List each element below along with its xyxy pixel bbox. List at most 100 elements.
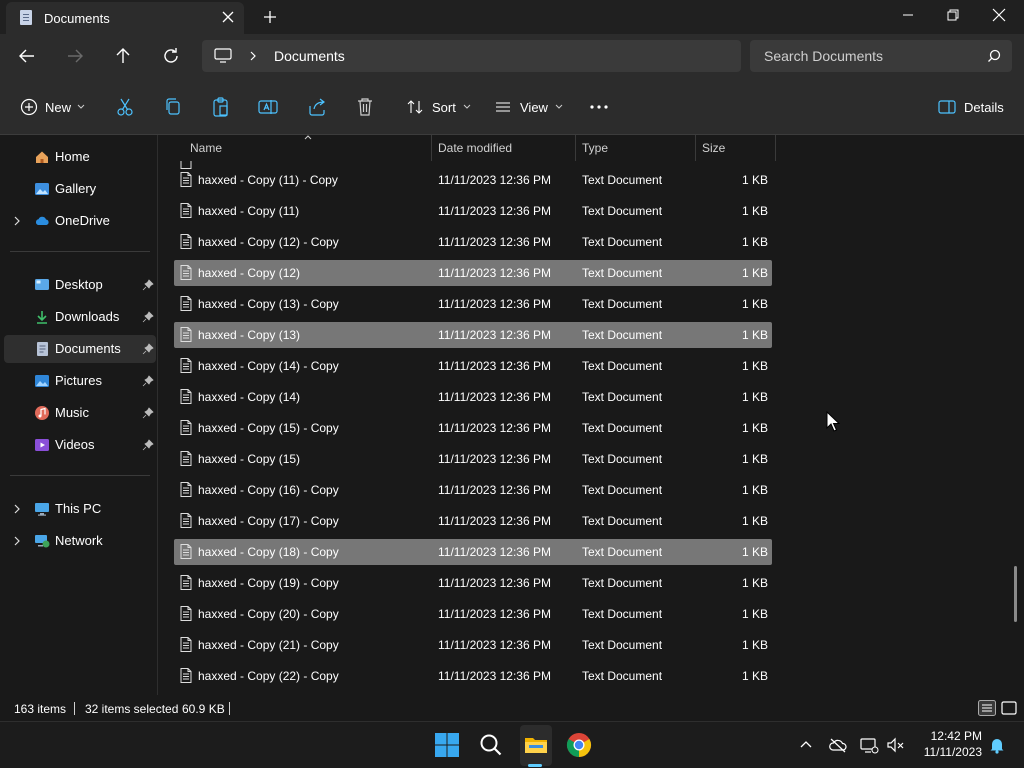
delete-icon[interactable] xyxy=(354,96,376,118)
file-explorer-icon[interactable] xyxy=(522,731,550,759)
column-name[interactable]: Name xyxy=(190,141,222,155)
column-divider[interactable] xyxy=(695,135,696,161)
search-input[interactable]: Search Documents xyxy=(750,40,1012,72)
copy-icon[interactable] xyxy=(162,96,184,118)
up-arrow-icon[interactable] xyxy=(111,44,135,68)
share-icon[interactable] xyxy=(306,96,328,118)
file-date-modified: 11/11/2023 12:36 PM xyxy=(438,173,551,187)
pin-icon[interactable] xyxy=(142,439,154,451)
chevron-right-icon[interactable] xyxy=(12,535,22,547)
file-date-modified: 11/11/2023 12:36 PM xyxy=(438,669,551,683)
show-hidden-icons-chevron-up-icon[interactable] xyxy=(796,735,816,755)
file-row[interactable]: haxxed - Copy (19) - Copy 11/11/2023 12:3… xyxy=(174,570,772,596)
vertical-scrollbar-thumb[interactable] xyxy=(1014,566,1017,622)
taskbar-running-indicator xyxy=(528,764,542,767)
search-icon[interactable] xyxy=(477,731,505,759)
chevron-right-icon[interactable] xyxy=(12,503,22,515)
details-pane-button[interactable]: Details xyxy=(938,94,1004,120)
file-name: haxxed - Copy (19) - Copy xyxy=(198,576,339,590)
more-options-icon[interactable] xyxy=(588,96,610,118)
text-file-icon xyxy=(180,327,192,342)
file-row[interactable]: haxxed - Copy (18) - Copy 11/11/2023 12:3… xyxy=(174,539,772,565)
chevron-right-icon[interactable] xyxy=(246,48,260,64)
file-row[interactable]: haxxed - Copy (12) 11/11/2023 12:36 PM Tex… xyxy=(174,260,772,286)
column-divider[interactable] xyxy=(775,135,776,161)
paste-icon[interactable] xyxy=(210,96,232,118)
sidebar-item-this-pc[interactable]: This PC xyxy=(4,495,156,523)
close-window-icon[interactable] xyxy=(976,0,1022,30)
column-date-modified[interactable]: Date modified xyxy=(438,141,512,155)
restore-icon[interactable] xyxy=(930,0,976,30)
file-date-modified: 11/11/2023 12:36 PM xyxy=(438,359,551,373)
file-row[interactable]: haxxed - Copy (21) - Copy 11/11/2023 12:3… xyxy=(174,632,772,658)
file-row[interactable]: haxxed - Copy (14) 11/11/2023 12:36 PM Tex… xyxy=(174,384,772,410)
sidebar-item-onedrive[interactable]: OneDrive xyxy=(4,207,156,235)
text-file-icon xyxy=(180,575,192,590)
rename-icon[interactable] xyxy=(257,96,279,118)
network-status-icon[interactable] xyxy=(859,735,879,755)
file-row[interactable]: haxxed - Copy (13) - Copy 11/11/2023 12:3… xyxy=(174,291,772,317)
sidebar-item-network[interactable]: Network xyxy=(4,527,156,555)
sidebar-item-documents[interactable]: Documents xyxy=(4,335,156,363)
column-size[interactable]: Size xyxy=(702,141,725,155)
notification-bell-icon[interactable] xyxy=(987,735,1007,755)
pin-icon[interactable] xyxy=(142,311,154,323)
sidebar-item-home[interactable]: Home xyxy=(4,143,156,171)
column-divider[interactable] xyxy=(575,135,576,161)
file-row[interactable]: haxxed - Copy (12) - Copy 11/11/2023 12:3… xyxy=(174,229,772,255)
forward-arrow-icon[interactable] xyxy=(63,44,87,68)
sidebar-item-videos[interactable]: Videos xyxy=(4,431,156,459)
sidebar-item-gallery[interactable]: Gallery xyxy=(4,175,156,203)
file-date-modified: 11/11/2023 12:36 PM xyxy=(438,421,551,435)
file-row[interactable]: haxxed - Copy (16) - Copy 11/11/2023 12:3… xyxy=(174,477,772,503)
sidebar-item-pictures[interactable]: Pictures xyxy=(4,367,156,395)
file-row[interactable]: haxxed - Copy (22) - Copy 11/11/2023 12:3… xyxy=(174,663,772,689)
new-button[interactable]: New xyxy=(20,94,86,120)
sort-ascending-caret-icon xyxy=(304,135,312,140)
item-count: 163 items xyxy=(14,702,67,716)
back-arrow-icon[interactable] xyxy=(15,44,39,68)
close-tab-icon[interactable] xyxy=(220,9,236,25)
minimize-icon[interactable] xyxy=(885,0,931,30)
file-row[interactable]: haxxed - Copy (13) 11/11/2023 12:36 PM Tex… xyxy=(174,322,772,348)
file-row[interactable]: haxxed - Copy (17) - Copy 11/11/2023 12:3… xyxy=(174,508,772,534)
address-field[interactable]: Documents xyxy=(202,40,741,72)
system-clock[interactable]: 12:42 PM 11/11/2023 xyxy=(908,728,982,760)
file-date-modified: 11/11/2023 12:36 PM xyxy=(438,483,551,497)
pin-icon[interactable] xyxy=(142,375,154,387)
file-row[interactable]: haxxed - Copy (11) - Copy 11/11/2023 12:3… xyxy=(174,167,772,193)
new-tab-icon[interactable] xyxy=(260,7,280,27)
details-view-icon[interactable] xyxy=(978,700,996,716)
refresh-icon[interactable] xyxy=(159,44,183,68)
file-type: Text Document xyxy=(582,514,663,528)
file-row[interactable]: haxxed - Copy (15) - Copy 11/11/2023 12:3… xyxy=(174,415,772,441)
column-divider[interactable] xyxy=(431,135,432,161)
file-row[interactable]: haxxed - Copy (11) 11/11/2023 12:36 PM Tex… xyxy=(174,198,772,224)
file-row[interactable]: haxxed - Copy (14) - Copy 11/11/2023 12:3… xyxy=(174,353,772,379)
breadcrumb-documents[interactable]: Documents xyxy=(274,48,345,64)
onedrive-offline-icon[interactable] xyxy=(828,735,848,755)
tab-documents[interactable]: Documents xyxy=(6,2,244,34)
sidebar-item-desktop[interactable]: Desktop xyxy=(4,271,156,299)
column-type[interactable]: Type xyxy=(582,141,608,155)
chevron-right-icon[interactable] xyxy=(12,215,22,227)
file-date-modified: 11/11/2023 12:36 PM xyxy=(438,514,551,528)
status-bar: 163 items 32 items selected 60.9 KB xyxy=(0,695,1024,721)
file-row[interactable]: haxxed - Copy (20) - Copy 11/11/2023 12:3… xyxy=(174,601,772,627)
chrome-icon[interactable] xyxy=(565,731,593,759)
sort-button[interactable]: Sort xyxy=(406,94,472,120)
sidebar-item-downloads[interactable]: Downloads xyxy=(4,303,156,331)
volume-muted-icon[interactable] xyxy=(885,735,905,755)
pin-icon[interactable] xyxy=(142,279,154,291)
pin-icon[interactable] xyxy=(142,343,154,355)
file-row[interactable]: haxxed - Copy (15) 11/11/2023 12:36 PM Tex… xyxy=(174,446,772,472)
search-icon[interactable] xyxy=(986,48,1002,64)
sidebar-item-music[interactable]: Music xyxy=(4,399,156,427)
windows-start-icon[interactable] xyxy=(433,731,461,759)
tiles-view-icon[interactable] xyxy=(1000,700,1018,716)
view-button[interactable]: View xyxy=(494,94,564,120)
cut-icon[interactable] xyxy=(114,96,136,118)
pin-icon[interactable] xyxy=(142,407,154,419)
file-type: Text Document xyxy=(582,297,663,311)
file-type: Text Document xyxy=(582,328,663,342)
